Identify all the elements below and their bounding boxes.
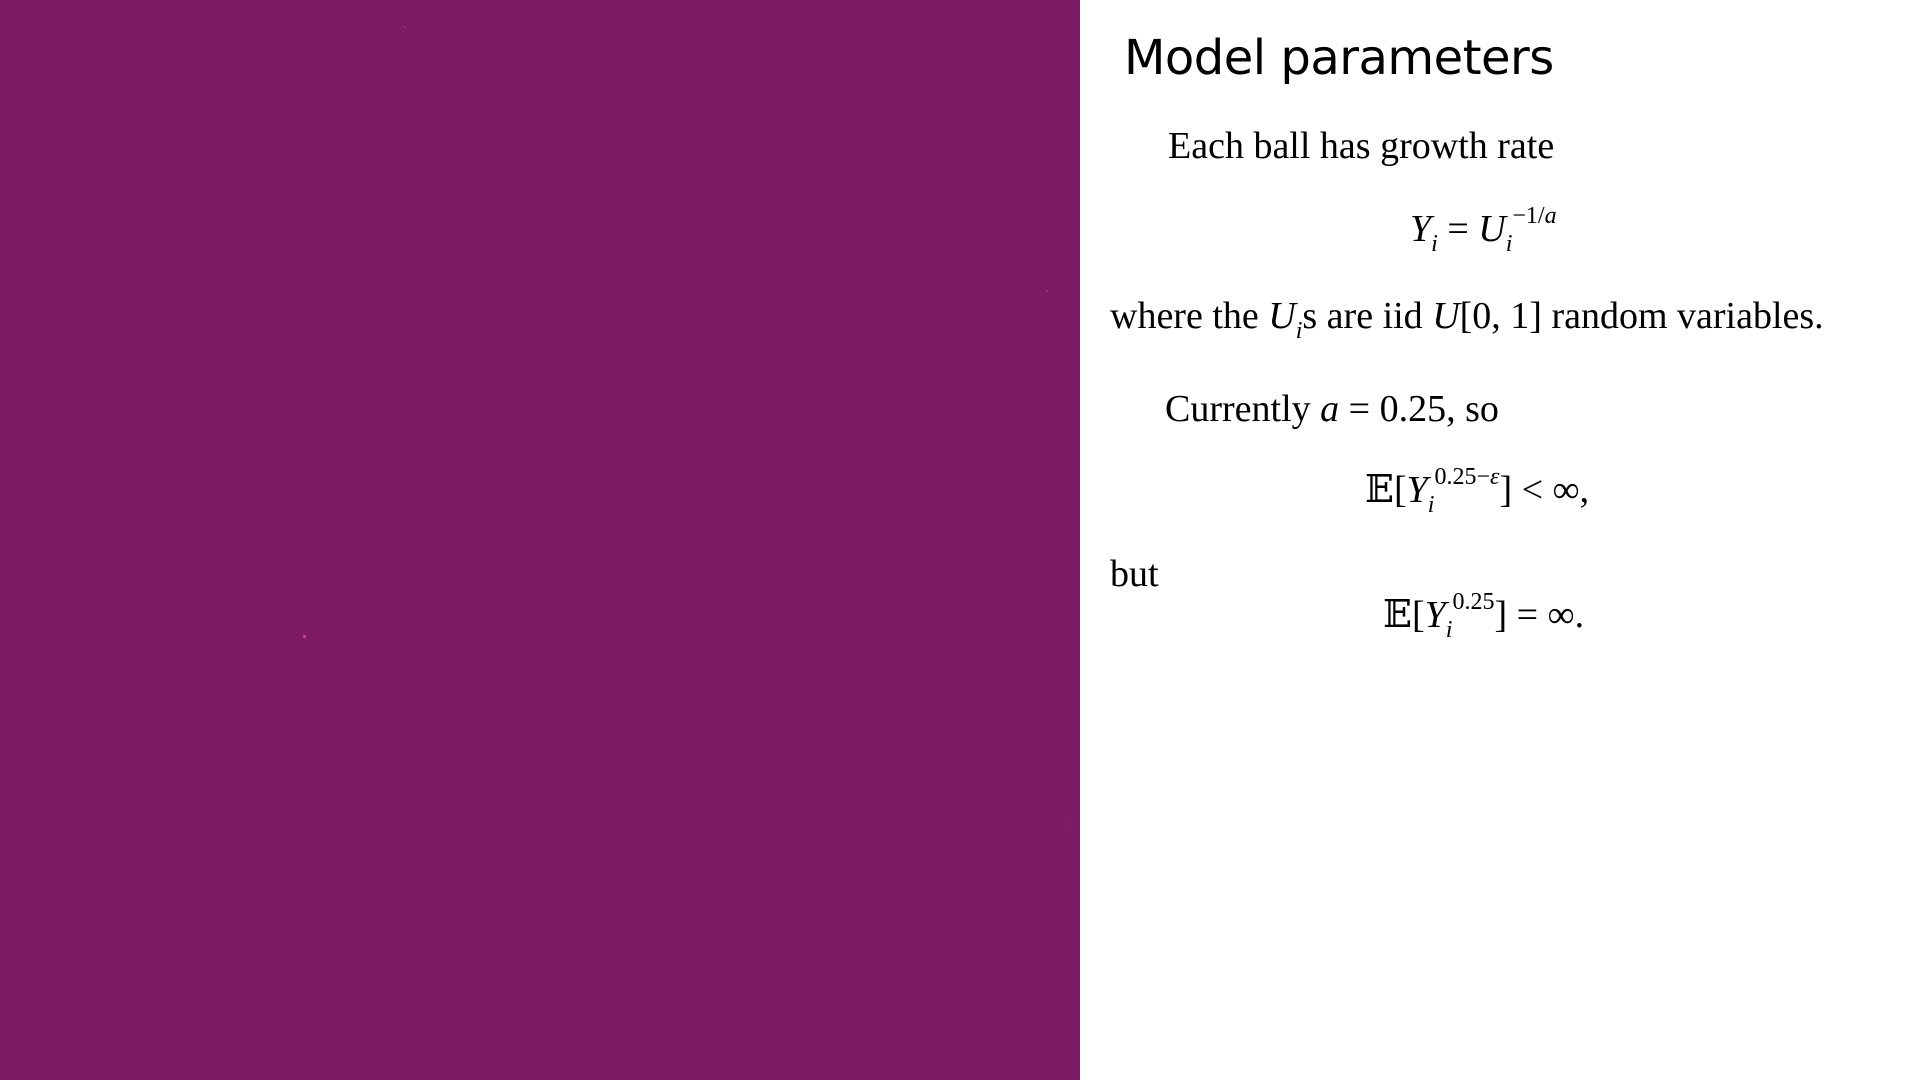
where-text: where the Uis are iid U[0, 1] random var… — [1110, 295, 1824, 344]
infinite-expectation-equation: 𝔼[Yi0.25] = ∞. — [1383, 589, 1585, 643]
ball-particle — [1046, 290, 1048, 292]
slide-title: Model parameters — [1124, 30, 1554, 86]
ball-particle — [303, 635, 306, 638]
text-panel: Model parameters Each ball has growth ra… — [1080, 0, 1920, 1080]
but-text: but — [1110, 553, 1159, 595]
growth-rate-equation: Yi = Ui−1/a — [1410, 203, 1557, 257]
slide-stage: Model parameters Each ball has growth ra… — [0, 0, 1920, 1080]
ball-particle — [404, 26, 406, 28]
currently-text: Currently a = 0.25, so — [1165, 388, 1499, 430]
simulation-canvas — [0, 0, 1080, 1080]
ball-particle — [1068, 823, 1070, 825]
finite-expectation-equation: 𝔼[Yi0.25−ε] < ∞, — [1365, 464, 1590, 518]
intro-text: Each ball has growth rate — [1168, 125, 1555, 167]
